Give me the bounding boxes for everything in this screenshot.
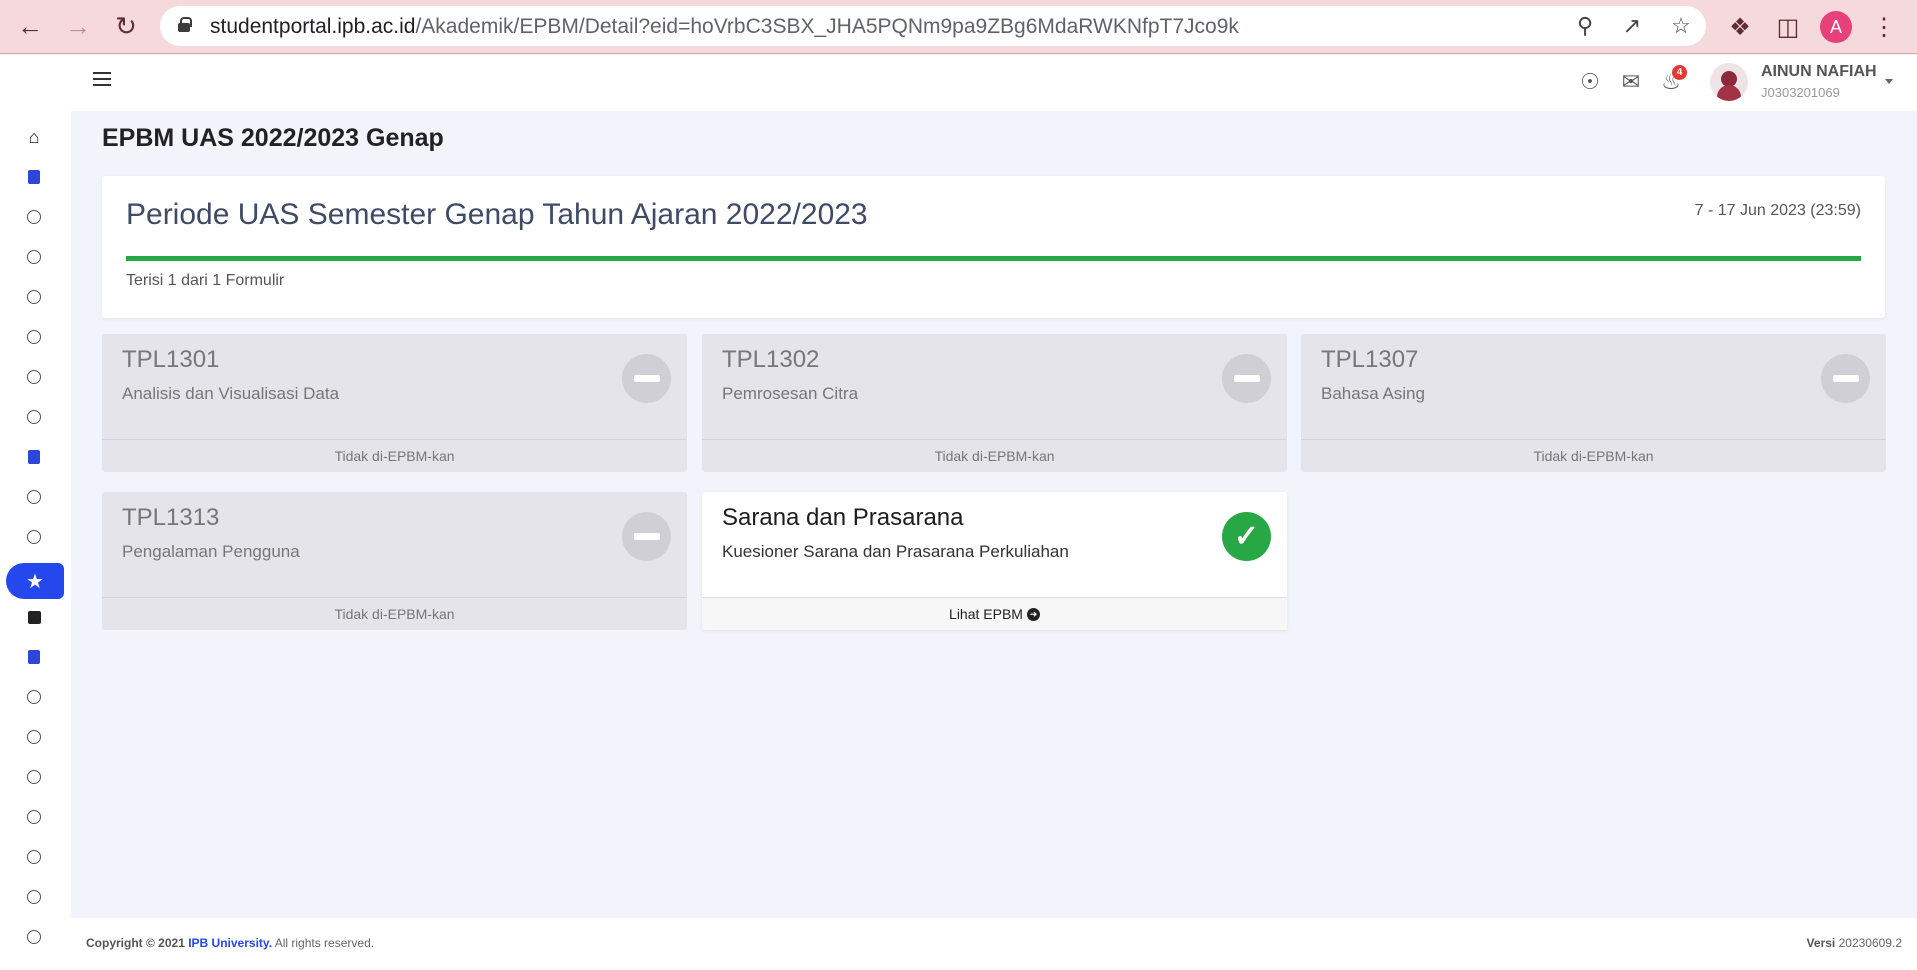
browser-toolbar: ← → ↻ studentportal.ipb.ac.id/Akademik/E… [0,0,1917,54]
sidebar-circle-icon[interactable] [18,281,50,313]
version-label: Versi [1806,936,1836,950]
user-name[interactable]: AINUN NAFIAH [1761,63,1877,81]
course-name: Bahasa Asing [1321,384,1425,403]
bell-icon[interactable]: ♨ 4 [1657,65,1687,96]
course-name: Pengalaman Pengguna [122,542,300,561]
bookmark-star-icon[interactable]: ☆ [1668,13,1694,39]
sidebar-circle-icon[interactable] [18,321,50,353]
course-status-text: Tidak di-EPBM-kan [102,439,687,472]
more-menu-icon[interactable]: ⋮ [1868,11,1900,43]
sidebar-circle-icon[interactable] [18,921,50,953]
copyright-suffix: All rights reserved. [274,936,375,950]
sidebar: ⌂ ★ [0,55,71,970]
notification-badge: 4 [1672,65,1687,80]
forward-icon[interactable]: → [60,8,96,44]
top-header: ☉ ✉ ♨ 4 AINUN NAFIAH J0303201069 [71,55,1917,111]
progress-bar [126,256,1861,261]
progress-fill [126,256,1861,261]
copyright: Copyright © 2021 IPB University. All rig… [86,936,374,950]
sidebar-circle-icon[interactable] [18,481,50,513]
course-name: Analisis dan Visualisasi Data [122,384,340,403]
sidebar-circle-icon[interactable] [18,761,50,793]
sidebar-circle-icon[interactable] [18,361,50,393]
url-text[interactable]: studentportal.ipb.ac.id/Akademik/EPBM/De… [210,15,1239,39]
course-card: TPL1302 Pemrosesan Citra Tidak di-EPBM-k… [702,334,1287,472]
lihat-epbm-label[interactable]: Lihat EPBM [949,606,1023,622]
extensions-icon[interactable]: ❖ [1724,11,1756,43]
sidebar-circle-icon[interactable] [18,841,50,873]
hamburger-menu-icon[interactable] [93,72,111,86]
course-card: TPL1307 Bahasa Asing Tidak di-EPBM-kan [1301,334,1886,472]
address-bar[interactable]: studentportal.ipb.ac.id/Akademik/EPBM/De… [160,6,1706,46]
user-id: J0303201069 [1761,85,1840,100]
chevron-down-icon[interactable] [1885,79,1893,84]
page-title: EPBM UAS 2022/2023 Genap [102,124,444,152]
reload-icon[interactable]: ↻ [108,8,144,44]
progress-text: Terisi 1 dari 1 Formulir [126,272,285,289]
course-name: Pemrosesan Citra [722,384,859,403]
profile-avatar[interactable]: A [1820,11,1852,43]
sidebar-circle-icon[interactable] [18,801,50,833]
period-card: Periode UAS Semester Genap Tahun Ajaran … [102,176,1885,318]
version: Versi 20230609.2 [1807,936,1902,950]
check-circle-icon: ✓ [1222,512,1271,561]
sidebar-circle-icon[interactable] [18,721,50,753]
sidebar-clipboard-icon[interactable] [18,441,50,473]
period-title: Periode UAS Semester Genap Tahun Ajaran … [126,198,868,231]
sidebar-book-icon[interactable] [18,161,50,193]
course-code: TPL1313 [122,504,220,531]
course-card: TPL1301 Analisis dan Visualisasi Data Ti… [102,334,687,472]
brand-link[interactable]: IPB University. [188,936,272,950]
sidebar-star-icon[interactable]: ★ [6,563,64,599]
lihat-epbm-button[interactable]: Lihat EPBM ➜ [702,597,1287,630]
course-code: TPL1307 [1321,346,1419,373]
course-card: TPL1313 Pengalaman Pengguna Tidak di-EPB… [102,492,687,630]
avatar[interactable] [1710,63,1748,101]
course-status-text: Tidak di-EPBM-kan [1301,439,1886,472]
sidebar-note-icon[interactable] [18,601,50,633]
course-name: Kuesioner Sarana dan Prasarana Perkuliah… [722,542,1069,561]
sidebar-graduate-icon[interactable] [18,641,50,673]
period-date: 7 - 17 Jun 2023 (23:59) [1694,202,1861,219]
sidebar-home-icon[interactable]: ⌂ [18,121,50,153]
course-code: TPL1301 [122,346,220,373]
course-code: Sarana dan Prasarana [722,504,964,531]
chat-icon[interactable]: ✉ [1617,68,1645,96]
sidebar-circle-icon[interactable] [18,401,50,433]
course-status-text: Tidak di-EPBM-kan [702,439,1287,472]
course-code: TPL1302 [722,346,820,373]
page-footer: Copyright © 2021 IPB University. All rig… [71,918,1917,970]
version-value: 20230609.2 [1838,936,1902,950]
minus-circle-icon [1222,354,1271,403]
sidebar-circle-icon[interactable] [18,521,50,553]
sidebar-circle-icon[interactable] [18,881,50,913]
lock-icon[interactable] [178,17,192,32]
arrow-right-circle-icon[interactable]: ➜ [1026,607,1040,621]
minus-circle-icon [622,512,671,561]
sidebar-circle-icon[interactable] [18,201,50,233]
course-status-text: Tidak di-EPBM-kan [102,597,687,630]
sidebar-circle-icon[interactable] [18,681,50,713]
back-icon[interactable]: ← [12,8,48,44]
minus-circle-icon [622,354,671,403]
zoom-icon[interactable]: ⚲ [1572,13,1598,39]
compass-icon[interactable]: ☉ [1576,68,1604,96]
minus-circle-icon [1821,354,1870,403]
sidebar-circle-icon[interactable] [18,241,50,273]
course-card-sarana: Sarana dan Prasarana Kuesioner Sarana da… [702,492,1287,630]
share-icon[interactable]: ↗ [1619,13,1645,39]
copyright-prefix: Copyright © 2021 [86,936,185,950]
side-panel-icon[interactable]: ◫ [1772,11,1804,43]
